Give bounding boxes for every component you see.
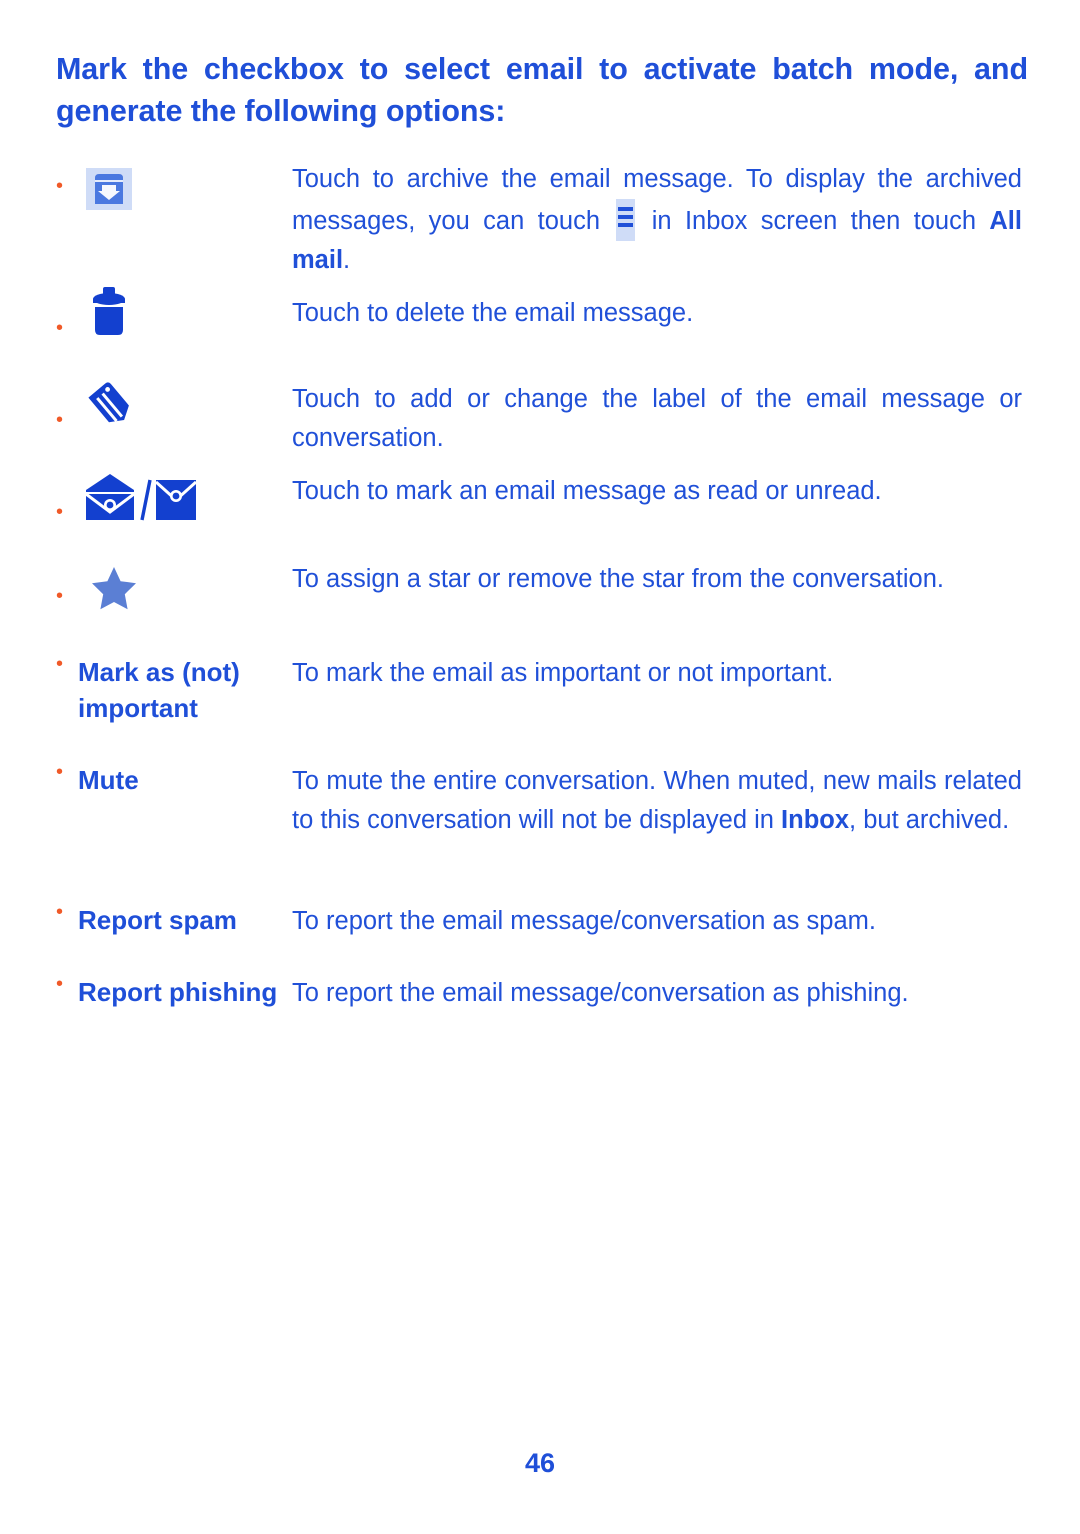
- bullet-marker: •: [56, 501, 64, 523]
- description-text: Touch to delete the email message.: [292, 299, 694, 327]
- option-label-report-phishing[interactable]: Report phishing: [78, 974, 277, 1010]
- bullet-marker: •: [56, 973, 64, 995]
- list-item: • Touch to add or change the label of th…: [0, 374, 1080, 466]
- list-item: • Touch to delete the email message.: [0, 285, 1080, 374]
- page-heading: Mark the checkbox to select email to act…: [56, 52, 1028, 128]
- description-text: Touch to mark an email message as read o…: [292, 477, 882, 505]
- desc-part-2: , but archived.: [849, 806, 1010, 834]
- list-item: • Mute To mute the entire conversation. …: [0, 758, 1080, 884]
- bullet-column: •: [0, 558, 292, 610]
- options-list: • Touch to archive the email message. To…: [0, 160, 1080, 1062]
- bullet-marker: •: [56, 653, 64, 675]
- option-label-mute[interactable]: Mute: [78, 762, 139, 798]
- trash-icon[interactable]: [88, 285, 130, 337]
- bullet-column: •: [0, 285, 292, 339]
- bullet-column: • Mute: [0, 758, 292, 798]
- desc-part-2: in Inbox screen then touch: [638, 207, 990, 235]
- list-item: • Touch to archive the email message. To…: [0, 160, 1080, 288]
- bullet-column: • Mark as (not) important: [0, 650, 292, 726]
- bullet-column: •: [0, 466, 292, 526]
- desc-bold-inbox: Inbox: [781, 806, 850, 834]
- list-item: • Touch to mark an email message as read…: [0, 466, 1080, 558]
- description-text: Touch to add or change the label of the …: [292, 385, 1022, 452]
- menu-icon[interactable]: [616, 199, 636, 241]
- description-text: To report the email message/conversation…: [292, 979, 909, 1007]
- bullet-column: • Report phishing: [0, 970, 288, 1010]
- label-tag-icon[interactable]: [84, 376, 140, 432]
- description-text: To mark the email as important or not im…: [292, 659, 834, 687]
- option-label-report-spam[interactable]: Report spam: [78, 902, 237, 938]
- bullet-marker: •: [56, 317, 64, 339]
- envelope-read-unread-icon[interactable]: [82, 472, 200, 526]
- archive-icon[interactable]: [86, 168, 132, 210]
- description-text: To assign a star or remove the star from…: [292, 565, 944, 593]
- bullet-marker: •: [56, 761, 64, 783]
- bullet-column: •: [0, 374, 292, 432]
- description-text: To mute the entire conversation. When mu…: [292, 758, 1080, 840]
- bullet-marker: •: [56, 901, 64, 923]
- star-icon[interactable]: [90, 564, 138, 610]
- description-text: Touch to archive the email message. To d…: [292, 160, 1080, 280]
- bullet-column: •: [0, 160, 292, 210]
- bullet-marker: •: [56, 175, 64, 197]
- option-label-mark-as-not-important[interactable]: Mark as (not) important: [78, 654, 292, 726]
- manual-page: Mark the checkbox to select email to act…: [0, 0, 1080, 1534]
- desc-part-3: .: [343, 246, 351, 274]
- description-text: To report the email message/conversation…: [292, 907, 876, 935]
- list-item: • Report phishing To report the email me…: [0, 970, 1080, 1062]
- list-item: • To assign a star or remove the star fr…: [0, 558, 1080, 650]
- bullet-column: • Report spam: [0, 898, 292, 938]
- list-item: • Mark as (not) important To mark the em…: [0, 650, 1080, 742]
- list-item: • Report spam To report the email messag…: [0, 898, 1080, 956]
- page-number: 46: [524, 1448, 556, 1478]
- bullet-marker: •: [56, 585, 64, 607]
- bullet-marker: •: [56, 409, 64, 431]
